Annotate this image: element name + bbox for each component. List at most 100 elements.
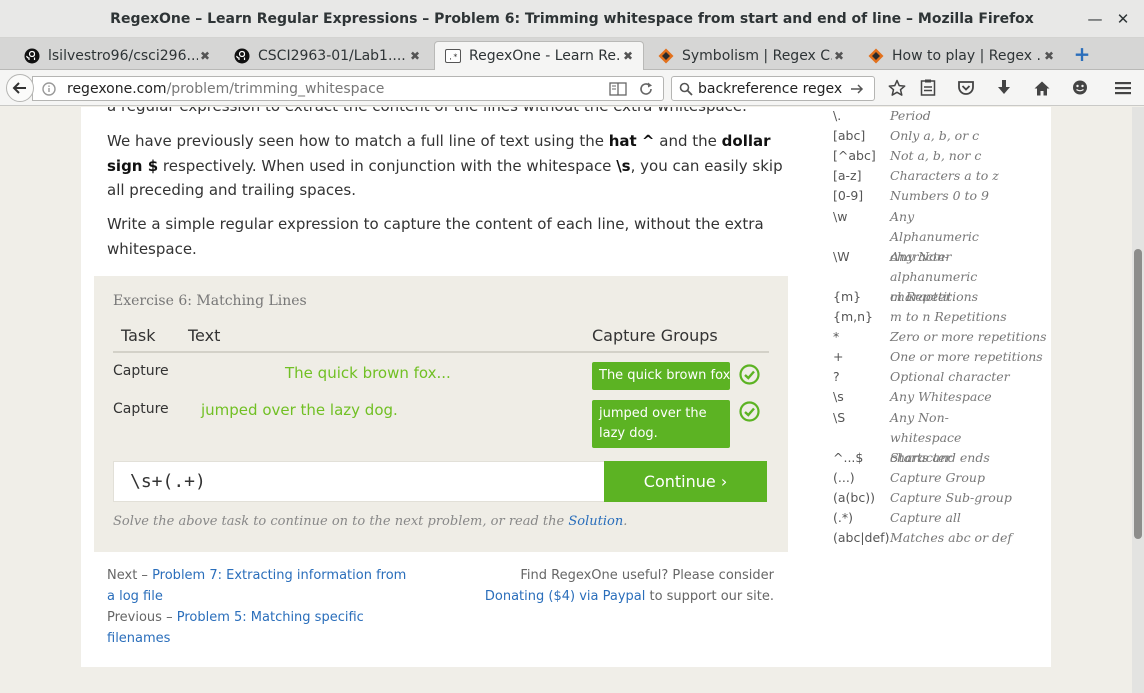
legend-key: {m,n}	[833, 309, 873, 324]
legend-value: Any Whitespace	[890, 389, 992, 404]
legend-value: Matches abc or def	[890, 530, 1013, 545]
legend-value: m to n Repetitions	[890, 309, 1007, 324]
legend-key: (.*)	[833, 510, 853, 525]
legend-key: {m}	[833, 289, 862, 304]
reader-view-icon[interactable]	[607, 78, 629, 100]
row-task: Capture	[113, 401, 169, 417]
exercise-title: Exercise 6: Matching Lines	[113, 293, 307, 309]
legend-value: Capture all	[890, 510, 961, 525]
donate-suffix: to support our site.	[645, 589, 774, 604]
legend-key: *	[833, 329, 840, 344]
tab-how-to-play[interactable]: How to play | Regex ... ✖	[858, 41, 1064, 70]
tab-regexone[interactable]: .* RegexOne - Learn Re... ✖	[434, 41, 644, 70]
window-titlebar: RegexOne – Learn Regular Expressions – P…	[0, 0, 1144, 38]
hat-term: hat ^	[608, 132, 655, 150]
tab-symbolism[interactable]: Symbolism | Regex C... ✖	[648, 41, 854, 70]
navigation-toolbar: regexone.com/problem/trimming_whitespace	[0, 70, 1144, 106]
search-go-icon[interactable]	[848, 80, 866, 98]
legend-key: \w	[833, 209, 848, 224]
legend-value: Capture Group	[890, 470, 985, 485]
github-icon	[234, 48, 250, 64]
donate-prefix: Find RegexOne useful? Please consider	[520, 568, 774, 583]
minimize-icon[interactable]: —	[1085, 9, 1105, 29]
scrollbar-thumb[interactable]	[1134, 249, 1142, 539]
donate-block: Find RegexOne useful? Please consider Do…	[480, 565, 774, 607]
url-bar[interactable]: regexone.com/problem/trimming_whitespace	[32, 76, 664, 101]
prev-line: Previous – Problem 5: Matching specific …	[107, 607, 417, 649]
regex-crossword-icon	[658, 48, 674, 64]
bookmarks-menu-icon[interactable]	[917, 77, 939, 99]
legend-value: Numbers 0 to 9	[890, 188, 990, 203]
lesson-paragraph: We have previously seen how to match a f…	[107, 129, 787, 203]
legend-key: ?	[833, 369, 840, 384]
search-bar[interactable]	[671, 76, 875, 101]
next-prev-links: Next – Problem 7: Extracting information…	[107, 565, 417, 649]
header-divider	[113, 351, 769, 353]
hint-suffix: .	[623, 514, 628, 529]
tab-github-2[interactable]: CSCI2963-01/Lab1.... ✖	[224, 41, 430, 70]
chat-icon[interactable]	[1069, 77, 1091, 99]
legend-key: +	[833, 349, 844, 364]
legend-value: One or more repetitions	[890, 349, 1043, 364]
bookmark-star-icon[interactable]	[886, 77, 908, 99]
tab-close-icon[interactable]: ✖	[1042, 49, 1056, 63]
check-icon	[739, 401, 760, 422]
row-text: jumped over the lazy dog.	[201, 401, 398, 419]
search-input[interactable]	[698, 80, 848, 97]
reload-icon[interactable]	[635, 78, 657, 100]
url-path: /problem/trimming_whitespace	[166, 80, 385, 97]
hamburger-menu-icon[interactable]	[1112, 77, 1134, 99]
whitespace-term: \s	[616, 156, 631, 175]
prev-prefix: Previous –	[107, 610, 177, 625]
legend-key: (...)	[833, 470, 855, 485]
legend-key: \W	[833, 249, 850, 264]
text-run: respectively. When used in conjunction w…	[158, 156, 617, 175]
tab-close-icon[interactable]: ✖	[621, 49, 635, 63]
legend-key: [a-z]	[833, 168, 862, 183]
legend-key: \S	[833, 410, 846, 425]
legend-key: \.	[833, 108, 842, 123]
downloads-icon[interactable]	[993, 77, 1015, 99]
close-window-icon[interactable]: ✕	[1113, 9, 1133, 29]
legend-key: ^...$	[833, 450, 864, 465]
search-icon	[678, 81, 694, 97]
header-text: Text	[188, 326, 221, 345]
row-text: The quick brown fox...	[285, 364, 451, 382]
header-task: Task	[121, 326, 156, 345]
legend-key: [0-9]	[833, 188, 864, 203]
page-scrollbar[interactable]	[1132, 107, 1144, 693]
url-text[interactable]: regexone.com/problem/trimming_whitespace	[67, 81, 607, 97]
new-tab-icon[interactable]: +	[1072, 44, 1092, 64]
tab-github-1[interactable]: lsilvestro96/csci296... ✖	[14, 41, 220, 70]
header-capture-groups: Capture Groups	[592, 326, 718, 345]
legend-value: m Repetitions	[890, 289, 979, 304]
legend-value: Optional character	[890, 369, 1010, 384]
home-icon[interactable]	[1031, 77, 1053, 99]
tab-close-icon[interactable]: ✖	[832, 49, 846, 63]
tab-close-icon[interactable]: ✖	[198, 49, 212, 63]
donate-line: Donating ($4) via Paypal to support our …	[480, 586, 774, 607]
next-line: Next – Problem 7: Extracting information…	[107, 565, 417, 607]
capture-group-badge: jumped over the lazy dog.	[592, 400, 730, 448]
pocket-icon[interactable]	[955, 77, 977, 99]
continue-button[interactable]: Continue ›	[604, 461, 767, 502]
donate-link[interactable]: Donating ($4) via Paypal	[485, 589, 645, 604]
hint-text: Solve the above task to continue on to t…	[113, 514, 627, 529]
github-icon	[24, 48, 40, 64]
site-info-icon[interactable]	[41, 81, 57, 97]
legend-value: Characters a to z	[890, 168, 999, 183]
legend-key: [abc]	[833, 128, 866, 143]
regexone-icon: .*	[445, 48, 461, 64]
regex-input[interactable]: \s+(.+)	[113, 461, 605, 502]
legend-value: Capture Sub-group	[890, 490, 1012, 505]
legend-key: [^abc]	[833, 148, 876, 163]
next-prefix: Next –	[107, 568, 153, 583]
legend-value: Not a, b, nor c	[890, 148, 982, 163]
back-button[interactable]	[6, 74, 34, 102]
legend-value: Zero or more repetitions	[890, 329, 1047, 344]
window-title: RegexOne – Learn Regular Expressions – P…	[110, 10, 1034, 27]
next-problem-link[interactable]: Problem 7: Extracting information from a…	[107, 568, 406, 604]
tab-close-icon[interactable]: ✖	[408, 49, 422, 63]
solution-link[interactable]: Solution	[568, 514, 623, 529]
svg-text:.*: .*	[448, 53, 458, 62]
